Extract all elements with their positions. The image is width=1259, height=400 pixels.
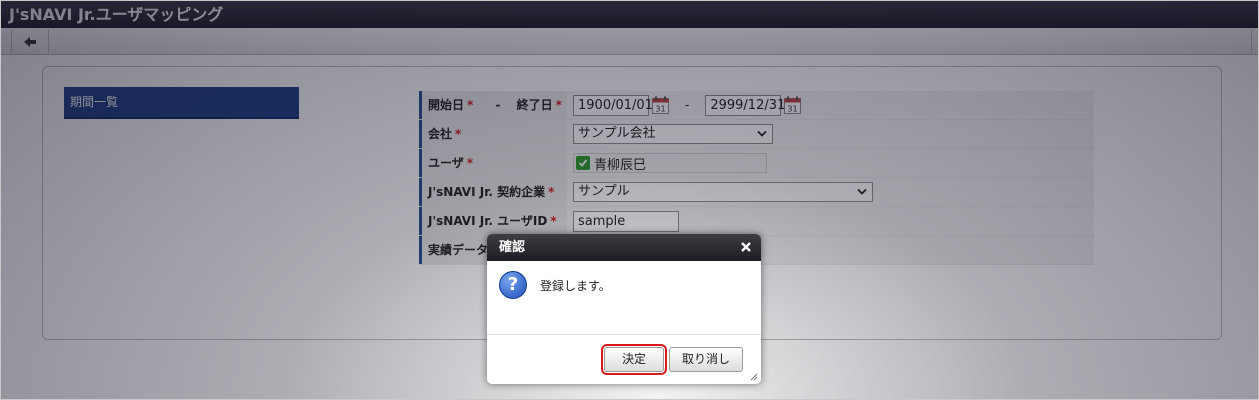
back-button[interactable]: [11, 30, 49, 53]
user-label: ユーザ *: [419, 149, 567, 177]
sidebar-item-label: 期間一覧: [70, 95, 119, 109]
userid-value: sample: [567, 207, 1094, 235]
sidebar-item-period-list[interactable]: 期間一覧: [64, 87, 299, 119]
contract-label-text: J'sNAVI Jr. 契約企業: [428, 185, 546, 199]
contract-label: J'sNAVI Jr. 契約企業 *: [419, 178, 567, 206]
company-select-value: サンプル会社: [578, 126, 656, 141]
userid-label: J'sNAVI Jr. ユーザID *: [419, 207, 567, 235]
user-label-text: ユーザ: [428, 156, 464, 170]
required-mark: *: [550, 214, 557, 228]
chevron-down-icon: [857, 188, 867, 195]
required-mark: *: [467, 98, 474, 112]
toolbar-divider: [1251, 30, 1252, 53]
user-name: 青柳辰巳: [594, 157, 647, 173]
userid-input[interactable]: sample: [573, 210, 679, 232]
end-date-label: 終了日: [516, 98, 553, 112]
question-icon: ?: [499, 271, 527, 299]
required-mark: *: [466, 156, 474, 170]
app-title: J'sNAVI Jr.ユーザマッピング: [1, 1, 1258, 28]
user-value: 青柳辰巳: [567, 149, 1094, 177]
calendar-day: 31: [655, 105, 665, 114]
required-mark: *: [555, 98, 562, 112]
dialog-body: ? 登録します。: [487, 261, 761, 335]
end-date-input[interactable]: 2999/12/31: [705, 94, 785, 116]
period-label: 開始日 * - 終了日 *: [419, 91, 567, 119]
resize-handle-icon[interactable]: [750, 373, 758, 381]
check-icon: [576, 156, 590, 170]
row-period: 開始日 * - 終了日 * 1900/01/01 31 - 2999/12/31…: [419, 91, 1094, 120]
label-range-separator: -: [495, 98, 501, 112]
dialog-footer: 決定 取り消し: [487, 335, 761, 384]
calendar-day: 31: [788, 105, 798, 114]
confirm-button[interactable]: 決定: [601, 344, 667, 375]
date-range-separator: -: [685, 98, 690, 112]
required-mark: *: [455, 127, 462, 141]
record-label-text: 実績データ: [428, 243, 489, 257]
contract-select-value: サンプル: [578, 184, 630, 199]
dialog-title: 確認: [499, 240, 526, 255]
row-userid: J'sNAVI Jr. ユーザID * sample: [419, 207, 1094, 236]
contract-select[interactable]: サンプル: [573, 182, 873, 202]
company-label: 会社 *: [419, 120, 567, 148]
contract-value: サンプル: [567, 178, 1094, 206]
user-chip[interactable]: 青柳辰巳: [573, 153, 767, 173]
start-date-input[interactable]: 1900/01/01: [573, 94, 653, 116]
userid-label-text: J'sNAVI Jr. ユーザID: [428, 214, 548, 228]
row-user: ユーザ * 青柳辰巳: [419, 149, 1094, 178]
required-mark: *: [548, 185, 555, 199]
dialog-header: 確認: [487, 234, 761, 261]
cancel-button[interactable]: 取り消し: [669, 347, 743, 372]
close-icon[interactable]: [740, 241, 752, 253]
calendar-icon[interactable]: 31: [784, 96, 802, 114]
app-window: J'sNAVI Jr.ユーザマッピング 期間一覧 開始日 * - 終了日 * 1…: [0, 0, 1259, 400]
dialog-message: 登録します。: [540, 279, 611, 293]
start-date-label: 開始日: [428, 98, 465, 112]
calendar-icon[interactable]: 31: [652, 96, 669, 114]
toolbar: [1, 28, 1258, 55]
period-value: 1900/01/01 31 - 2999/12/31 31: [567, 91, 1094, 119]
row-contract: J'sNAVI Jr. 契約企業 * サンプル: [419, 178, 1094, 207]
company-select[interactable]: サンプル会社: [573, 124, 773, 144]
row-company: 会社 * サンプル会社: [419, 120, 1094, 149]
chevron-down-icon: [757, 130, 767, 137]
arrow-left-icon: [24, 36, 36, 47]
confirm-dialog: 確認 ? 登録します。 決定 取り消し: [487, 234, 761, 384]
company-value: サンプル会社: [567, 120, 1094, 148]
company-label-text: 会社: [428, 127, 453, 141]
